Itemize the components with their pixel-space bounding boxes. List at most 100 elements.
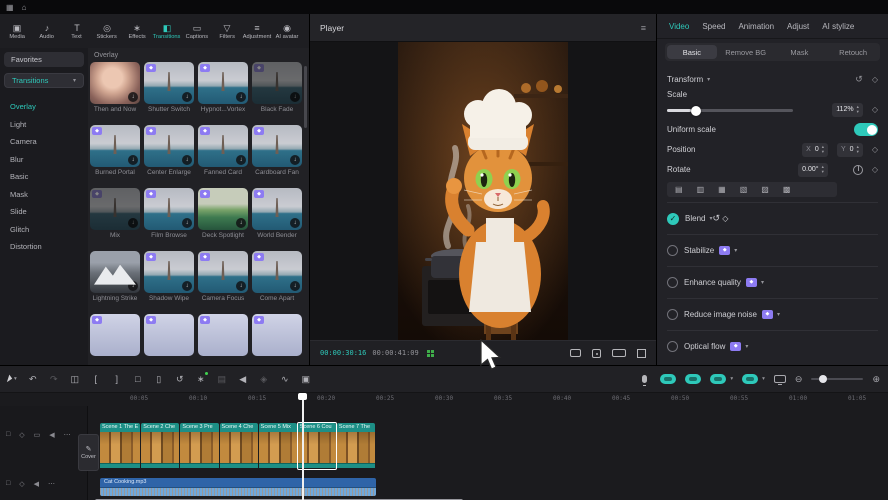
link-clips-toggle[interactable]: [660, 374, 676, 384]
nav-item-slide[interactable]: Slide: [0, 203, 88, 221]
transition-card[interactable]: ◆↓Burned Portal: [90, 125, 140, 176]
grid-scrollbar[interactable]: [304, 66, 307, 128]
smart-edit-button[interactable]: ∗: [196, 374, 206, 385]
nav-item-basic[interactable]: Basic: [0, 168, 88, 186]
player-menu-icon[interactable]: ≡: [641, 23, 646, 33]
keyframe-icon[interactable]: ◇: [872, 75, 878, 84]
fit-icon[interactable]: [592, 349, 601, 358]
scale-value-field[interactable]: 112%▴▾: [832, 103, 863, 117]
undo-button[interactable]: ↶: [28, 374, 38, 385]
stepper-icon[interactable]: ▴▾: [857, 145, 859, 154]
slider-handle[interactable]: [819, 375, 827, 383]
nav-item-overlay[interactable]: Overlay: [0, 98, 88, 116]
split-button[interactable]: ◫: [70, 374, 80, 385]
transition-card[interactable]: ◆↓Center Enlarge: [144, 125, 194, 176]
transition-card[interactable]: ◆↓Deck Spotlight: [198, 188, 248, 239]
keyframe-icon[interactable]: ◇: [872, 145, 878, 154]
category-dropdown[interactable]: Transitions▾: [4, 73, 84, 88]
quality-icon[interactable]: [612, 349, 626, 357]
tab-adjust[interactable]: Adjust: [787, 22, 809, 31]
nav-item-distortion[interactable]: Distortion: [0, 238, 88, 256]
video-track-hide-icon[interactable]: □: [6, 431, 10, 439]
transition-card[interactable]: ◆↓Come Apart: [252, 251, 302, 302]
video-track-lock-icon[interactable]: ◇: [19, 431, 24, 439]
audio-track-more-icon[interactable]: ⋯: [48, 480, 55, 488]
transition-card[interactable]: ◆: [144, 314, 194, 356]
position-x-field[interactable]: X0▴▾: [802, 143, 828, 157]
slider-handle[interactable]: [691, 106, 701, 116]
home-icon[interactable]: ⌂: [22, 3, 27, 12]
zoom-out-button[interactable]: ⊖: [795, 375, 803, 384]
speaker-button[interactable]: ◀: [238, 374, 248, 385]
checkbox-icon[interactable]: [667, 309, 678, 320]
portrait-button[interactable]: ◈: [259, 374, 269, 385]
tab-adjustment[interactable]: ≡Adjustment: [242, 23, 272, 40]
tab-media[interactable]: ▣Media: [2, 23, 32, 40]
clip-scene-4[interactable]: Scene 4 Che: [220, 423, 258, 469]
tab-filters[interactable]: ▽Filters: [212, 23, 242, 40]
tab-effects[interactable]: ∗Effects: [122, 23, 152, 40]
video-track-more-icon[interactable]: ⋯: [64, 431, 71, 439]
nav-item-blur[interactable]: Blur: [0, 151, 88, 169]
favorites-button[interactable]: Favorites: [4, 52, 84, 67]
subtab-retouch[interactable]: Retouch: [828, 45, 878, 59]
tab-video[interactable]: Video: [669, 22, 689, 31]
transition-card[interactable]: ◆↓Shadow Wipe: [144, 251, 194, 302]
align-middle-icon[interactable]: ▨: [761, 185, 769, 194]
transition-card[interactable]: ◆: [252, 314, 302, 356]
reduce-noise-section[interactable]: Reduce image noise ◆ ▾: [667, 304, 878, 325]
transform-header[interactable]: Transform▾ ↺ ◇: [667, 71, 878, 88]
audio-track-lock-icon[interactable]: ◇: [19, 480, 24, 488]
transition-card[interactable]: ◆↓World Bender: [252, 188, 302, 239]
nav-item-light[interactable]: Light: [0, 116, 88, 134]
mirror-preview-icon[interactable]: [774, 375, 786, 383]
preview-axis-toggle[interactable]: [742, 374, 758, 384]
loop-button[interactable]: ↺: [175, 374, 185, 385]
rotate-dial-icon[interactable]: [853, 165, 863, 175]
tab-captions[interactable]: ▭Captions: [182, 23, 212, 40]
audio-track-mute-icon[interactable]: ◀: [34, 480, 39, 488]
stepper-icon[interactable]: ▴▾: [822, 145, 824, 154]
clip-scene-5[interactable]: Scene 5 Mix: [259, 423, 297, 469]
timeline-zoom-slider[interactable]: [811, 378, 863, 380]
align-bottom-icon[interactable]: ▩: [783, 185, 791, 194]
video-track-comment-icon[interactable]: ▭: [34, 431, 41, 439]
clip-scene-1[interactable]: Scene 1 The E: [100, 423, 140, 469]
voiceover-mic-icon[interactable]: [642, 375, 647, 383]
tab-audio[interactable]: ♪Audio: [32, 23, 62, 40]
chevron-down-icon[interactable]: ▾: [762, 376, 765, 382]
enhance-quality-section[interactable]: Enhance quality ◆ ▾: [667, 272, 878, 293]
reset-icon[interactable]: ↺: [855, 74, 863, 85]
align-left-icon[interactable]: ▤: [675, 185, 683, 194]
transition-card[interactable]: ◆↓Mix: [90, 188, 140, 239]
subtab-basic[interactable]: Basic: [667, 45, 717, 59]
checkbox-icon[interactable]: [667, 341, 678, 352]
transition-card[interactable]: ◆: [90, 314, 140, 356]
freeze-frame-button[interactable]: □: [133, 374, 143, 384]
transition-card[interactable]: ◆↓Shutter Switch: [144, 62, 194, 113]
fullscreen-icon[interactable]: [637, 349, 646, 358]
magnetic-snap-toggle[interactable]: [685, 374, 701, 384]
clip-scene-2[interactable]: Scene 2 Che: [141, 423, 179, 469]
align-right-icon[interactable]: ▦: [718, 185, 726, 194]
blend-section[interactable]: ✓ Blend▾ ↺ ◇: [667, 208, 878, 229]
beat-marker-button[interactable]: ∿: [280, 374, 290, 385]
checkbox-icon[interactable]: [667, 245, 678, 256]
keyframe-icon[interactable]: ◇: [872, 105, 878, 114]
chevron-down-icon[interactable]: ▾: [730, 376, 733, 382]
stepper-icon[interactable]: ▴▾: [822, 165, 824, 174]
transition-card[interactable]: ◆↓Black Fade: [252, 62, 302, 113]
keyframe-icon[interactable]: ◇: [872, 165, 878, 174]
stepper-icon[interactable]: ▴▾: [857, 105, 859, 114]
nav-item-mask[interactable]: Mask: [0, 186, 88, 204]
keyframe-icon[interactable]: ◇: [722, 214, 728, 223]
position-y-field[interactable]: Y0▴▾: [837, 143, 863, 157]
tab-stickers[interactable]: ◎Stickers: [92, 23, 122, 40]
transition-card[interactable]: ◆↓Fanned Card: [198, 125, 248, 176]
trim-right-button[interactable]: ]: [112, 374, 122, 384]
timeline-ruler[interactable]: 00:05 00:10 00:15 00:20 00:25 00:30 00:3…: [0, 393, 888, 406]
transition-card[interactable]: ◆↓Camera Focus: [198, 251, 248, 302]
uniform-scale-toggle[interactable]: [854, 123, 878, 136]
tab-transitions[interactable]: ◧Transitions: [152, 23, 182, 40]
delete-button[interactable]: ▯: [154, 374, 164, 385]
